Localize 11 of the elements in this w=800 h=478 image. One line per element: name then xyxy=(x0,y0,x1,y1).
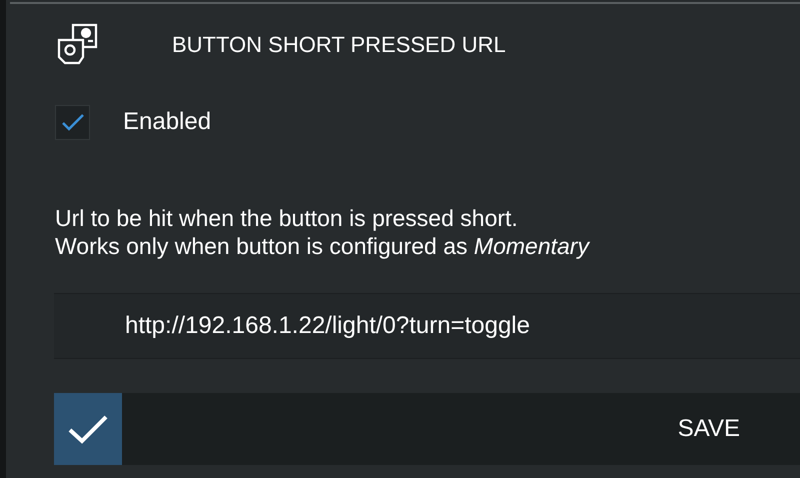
section-title: BUTTON SHORT PRESSED URL xyxy=(172,30,506,58)
check-icon xyxy=(60,112,84,132)
confirm-button[interactable] xyxy=(54,393,122,465)
url-field[interactable]: http://192.168.1.22/light/0?turn=toggle xyxy=(54,293,800,359)
save-button[interactable]: SAVE xyxy=(678,411,740,447)
check-icon xyxy=(67,413,109,445)
enabled-label: Enabled xyxy=(123,107,212,137)
device-icon xyxy=(57,23,99,65)
description-text: Url to be hit when the button is pressed short. xyxy=(55,204,519,232)
description-text: Works only when button is configured as Momentary xyxy=(55,232,591,260)
enabled-checkbox[interactable] xyxy=(55,104,90,140)
